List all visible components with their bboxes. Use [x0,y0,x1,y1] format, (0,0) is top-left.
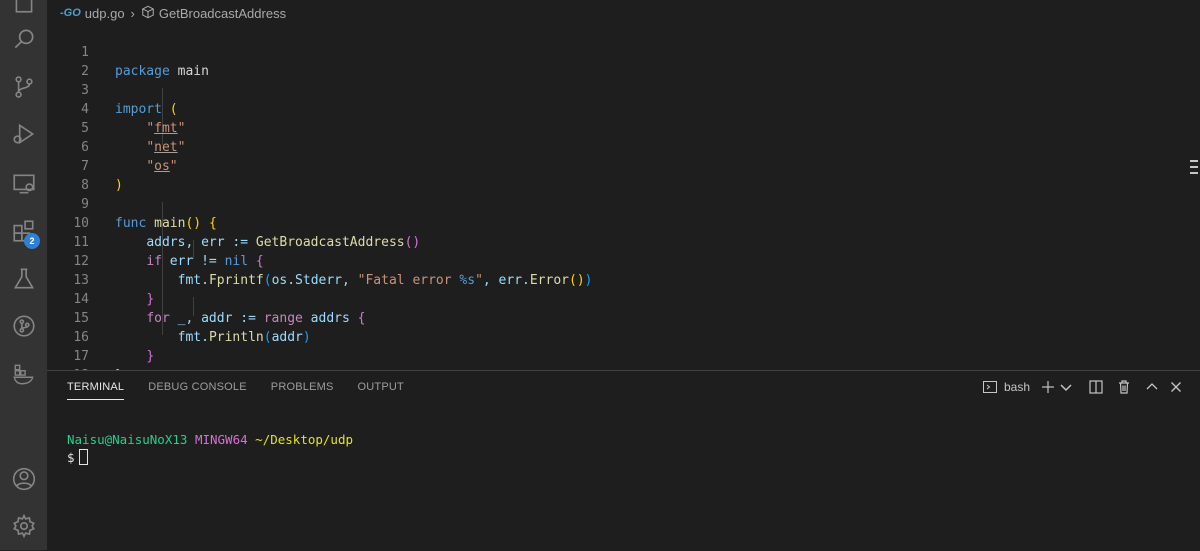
account-icon[interactable] [0,459,47,499]
extensions-badge: 2 [24,233,40,249]
tab-problems[interactable]: PROBLEMS [271,381,334,400]
tab-output[interactable]: OUTPUT [358,381,404,400]
code-line: 3 import ( [47,62,177,117]
tab-terminal[interactable]: TERMINAL [67,381,125,400]
activity-bar: 2 [0,0,47,550]
terminal-cursor [78,449,88,465]
terminal-system: MINGW64 [194,432,248,447]
breadcrumb-file[interactable]: udp.go [85,6,125,21]
code-line: 7 ) [47,138,123,193]
editor-scrollbar[interactable] [1190,160,1200,178]
remote-explorer-icon[interactable] [0,164,47,204]
code-line: 14 for _, addr := range addrs { [47,271,365,326]
code-line: 5 "net" [47,100,185,155]
bottom-panel: TERMINAL DEBUG CONSOLE PROBLEMS OUTPUT b… [47,370,1200,551]
chevron-up-icon[interactable] [1144,379,1160,395]
trash-icon[interactable] [1116,379,1132,395]
tab-debug-console[interactable]: DEBUG CONSOLE [148,381,247,400]
code-line: 10 addrs, err := GetBroadcastAddress() [47,195,420,250]
code-line: 13 } [47,252,154,307]
terminal-output[interactable]: Naisu@NaisuNoX13 MINGW64 ~/Desktop/udp $ [67,431,353,467]
cube-icon [141,5,155,22]
terminal-prompt: $ [67,450,75,465]
panel-actions: bash [972,379,1184,395]
code-line: 9 func main() { [47,176,217,231]
code-line: 6 "os" [47,119,177,174]
docker-icon[interactable] [0,354,47,394]
terminal-icon [982,381,997,393]
code-line: 17 } [47,328,122,370]
chevron-right-icon: › [130,5,135,21]
extensions-icon[interactable]: 2 [0,211,47,251]
close-icon[interactable] [1168,379,1184,395]
terminal-path: ~/Desktop/udp [255,432,354,447]
panel-tabs: TERMINAL DEBUG CONSOLE PROBLEMS OUTPUT [67,381,428,400]
code-line: 12 fmt.Fprintf(os.Stderr, "Fatal error %… [47,233,592,288]
search-icon[interactable] [0,19,47,59]
code-line: 8 [47,157,89,193]
git-graph-icon[interactable] [0,306,47,346]
code-line: 15 fmt.Println(addr) [47,290,310,345]
code-line: 1 package main [47,24,209,79]
code-editor[interactable]: 1 package main 2 3 import ( 4 "fmt" 5 "n… [47,24,1187,370]
terminal-shell-selector[interactable]: bash [982,379,1030,395]
code-line: 18 [47,347,89,370]
code-line: 4 "fmt" [47,81,185,136]
breadcrumb-symbol[interactable]: GetBroadcastAddress [159,6,286,21]
terminal-user: Naisu@NaisuNoX13 [67,432,188,447]
source-control-icon[interactable] [0,67,47,107]
testing-icon[interactable] [0,259,47,299]
plus-icon[interactable] [1040,379,1056,395]
code-line: 11 if err != nil { [47,214,263,269]
settings-gear-icon[interactable] [0,506,47,546]
go-file-icon: -GO [60,7,81,19]
split-icon[interactable] [1088,379,1104,395]
code-line: 16 } [47,309,154,364]
breadcrumb: -GO udp.go › GetBroadcastAddress [60,2,286,24]
chevron-down-icon[interactable] [1058,379,1074,395]
shell-label: bash [1003,380,1030,394]
run-debug-icon[interactable] [0,114,47,154]
code-line: 2 [47,43,89,79]
